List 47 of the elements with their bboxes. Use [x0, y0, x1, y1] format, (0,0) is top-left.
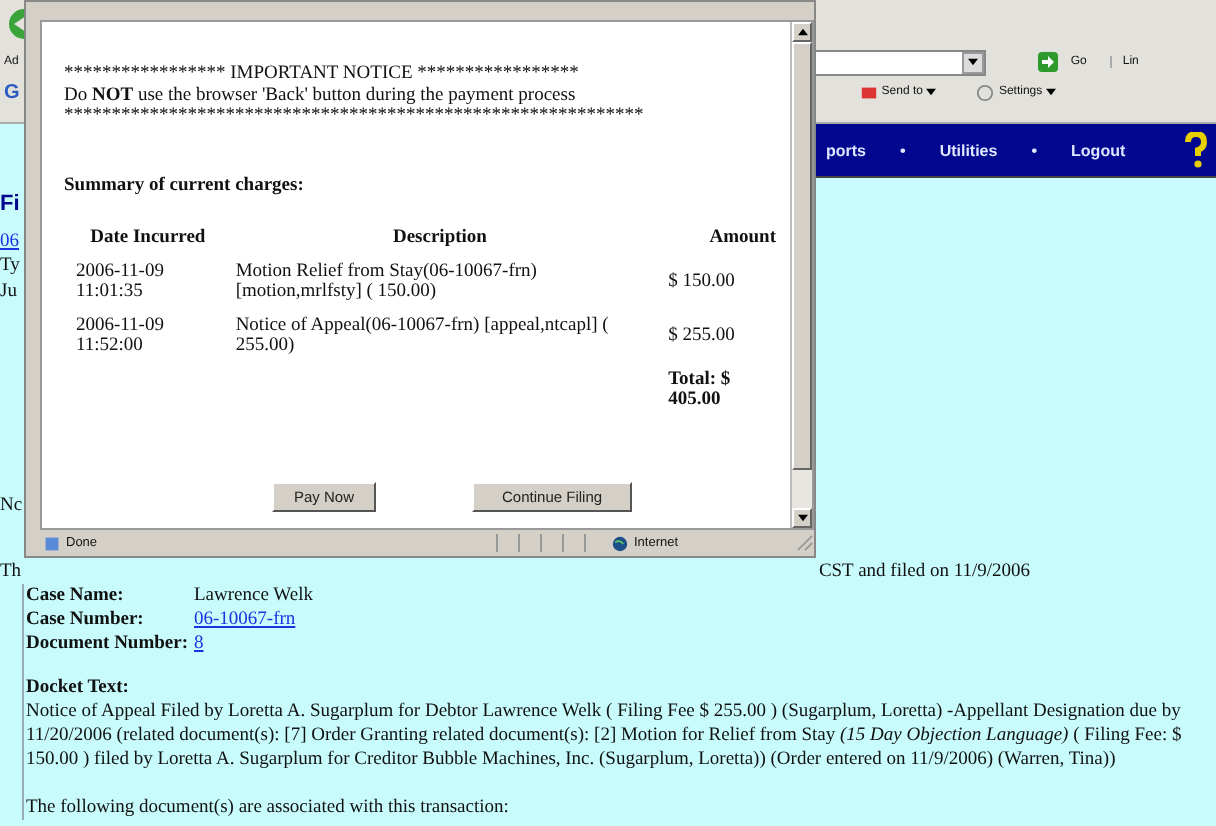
page-heading: Fi — [0, 192, 20, 217]
nav-link[interactable]: ports — [826, 141, 866, 159]
column-header: Date Incurred — [88, 226, 208, 252]
page-text: Ju — [0, 279, 17, 304]
table-cell-text: $ 255.00 — [666, 323, 737, 350]
notice-text: Do NOT use the browser 'Back' button during the payment process — [64, 85, 578, 106]
notice-rule: ************************************************************* — [64, 106, 646, 127]
column-header: Amount — [707, 226, 776, 252]
scroll-up-icon[interactable] — [792, 22, 812, 42]
field-link[interactable]: 06-10067-frn — [194, 608, 296, 632]
section-heading: Docket Text: — [26, 676, 131, 700]
resize-grip-icon[interactable] — [796, 534, 814, 552]
table-cell-text: $ 150.00 — [666, 269, 737, 296]
notice-title: ***************** IMPORTANT NOTICE ***************** — [64, 64, 581, 85]
nav-link[interactable]: Logout — [1071, 141, 1126, 159]
toolbar-logo: G — [2, 81, 20, 103]
field-value: Lawrence Welk — [194, 584, 313, 608]
field-label: Case Name: — [26, 584, 126, 608]
nav-separator: • — [900, 141, 906, 159]
page-text: CST and filed on 11/9/2006 — [818, 560, 1030, 584]
page-link[interactable]: 06 — [0, 229, 19, 254]
globe-icon — [612, 535, 628, 551]
column-header: Description — [390, 226, 489, 252]
field-label: Document Number: — [26, 632, 191, 656]
caret-icon[interactable] — [926, 88, 937, 96]
scroll-thumb[interactable] — [792, 42, 812, 470]
table-cell-text: Motion Relief from Stay(06-10067-frn) [motion,mrlfsty] ( 150.00) — [233, 259, 539, 306]
help-icon[interactable] — [1184, 132, 1208, 168]
table-cell-text: 2006-11-09 11:52:00 — [74, 313, 166, 360]
go-arrow-icon[interactable] — [1038, 52, 1059, 72]
docket-text: Notice of Appeal Filed by Loretta A. Sugarplum for Debtor Lawrence Welk ( Filing Fee $ 255.00 ) (Sugarplum, Loretta) -Appellant Designation due by 11/20/2006 (related document(s): [7] Order Granting related document(s): [2] Motion for Relief from Stay (15 Day Objection Language) ( Filing Fee: $ 150.00 ) filed by Loretta A. Sugarplum for Creditor Bubble Machines, Inc. (Sugarplum, Loretta)) (Order entered on 11/9/2006) (Warren, Tina)) — [26, 700, 1184, 772]
scrollbar[interactable] — [790, 22, 812, 528]
section-heading: Summary of current charges: — [64, 175, 306, 196]
page-text: The following document(s) are associated with this transaction: — [26, 796, 511, 820]
field-link[interactable]: 8 — [194, 632, 204, 656]
page-text: Th — [0, 560, 22, 584]
nav-link[interactable]: Utilities — [939, 141, 998, 159]
field-label: Case Number: — [26, 608, 146, 632]
nav-separator: • — [1031, 141, 1038, 159]
caret-icon[interactable] — [1046, 88, 1057, 96]
table-cell-text: Notice of Appeal(06-10067-frn) [appeal,ntcapl] ( 255.00) — [233, 313, 611, 360]
total-amount: Total: $ 405.00 — [666, 367, 733, 414]
page-text: Ty — [0, 254, 20, 279]
scroll-down-icon[interactable] — [792, 508, 812, 528]
table-cell-text: 2006-11-09 11:01:35 — [74, 259, 166, 306]
circle-icon — [976, 83, 995, 101]
page-text: Nc — [0, 496, 23, 516]
